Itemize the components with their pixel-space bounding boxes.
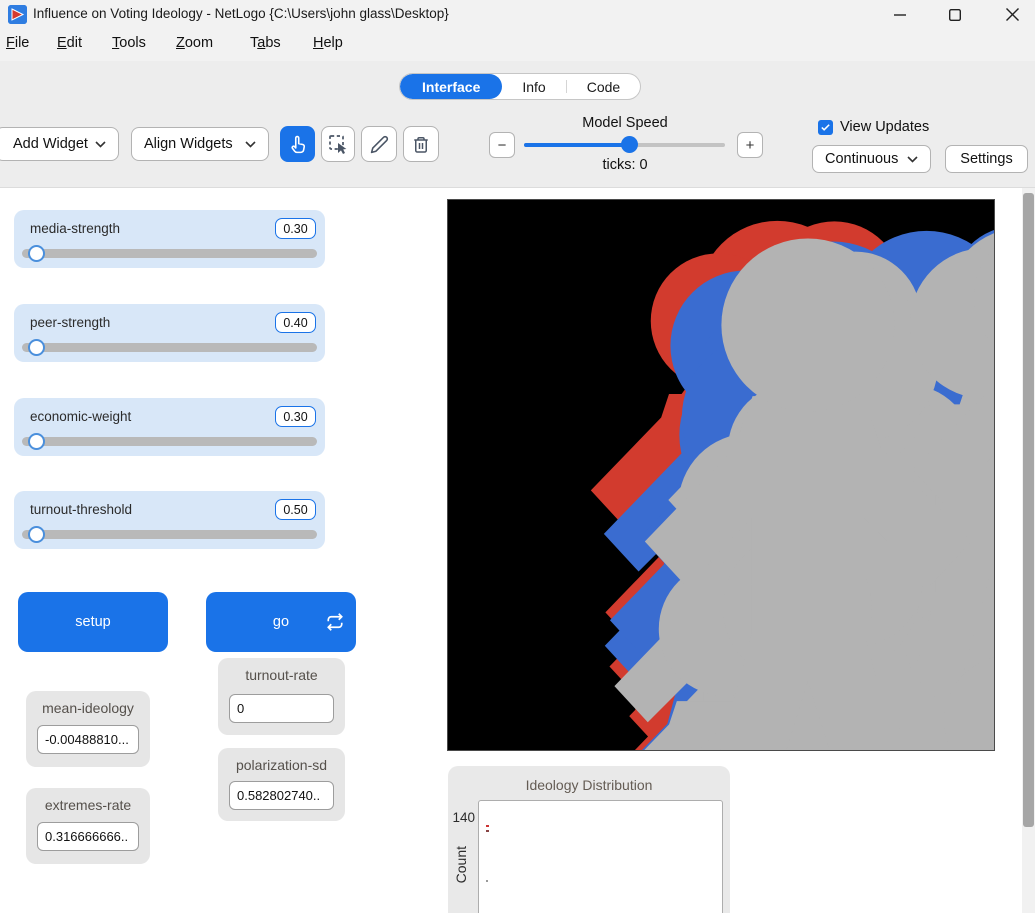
monitor-label: mean-ideology — [26, 700, 150, 716]
close-button[interactable] — [989, 0, 1035, 29]
setup-button-label: setup — [75, 614, 110, 630]
slider-track[interactable] — [22, 343, 317, 352]
slider-label: economic-weight — [30, 409, 131, 424]
add-widget-label: Add Widget — [13, 136, 88, 152]
hand-pointer-icon — [287, 134, 308, 155]
slider-thumb[interactable] — [28, 433, 45, 450]
monitor-value: 0 — [229, 694, 334, 723]
monitor-polarization-sd: polarization-sd 0.582802740.. — [218, 748, 345, 821]
plot-y-axis-label: Count — [453, 846, 469, 883]
model-speed-slider[interactable] — [524, 143, 725, 147]
speed-decrease-button[interactable]: − — [489, 132, 515, 158]
menu-edit[interactable]: Edit — [57, 35, 82, 51]
vertical-scrollbar[interactable] — [1022, 188, 1035, 913]
slider-media-strength[interactable]: media-strength 0.30 — [14, 210, 325, 268]
tab-code[interactable]: Code — [567, 74, 640, 99]
slider-turnout-threshold[interactable]: turnout-threshold 0.50 — [14, 491, 325, 549]
title-bar: Influence on Voting Ideology - NetLogo {… — [0, 0, 1035, 29]
update-mode-dropdown[interactable]: Continuous — [812, 145, 931, 173]
maximize-icon — [949, 9, 961, 21]
slider-label: turnout-threshold — [30, 502, 132, 517]
monitor-value: 0.582802740.. — [229, 781, 334, 810]
slider-value: 0.30 — [275, 218, 316, 239]
chevron-down-icon — [95, 141, 106, 148]
plot-y-max-label: 140 — [450, 810, 475, 825]
netlogo-logo-icon — [8, 5, 27, 24]
pencil-icon — [370, 135, 389, 154]
plot-ideology-distribution: Ideology Distribution 140 Count — [448, 766, 730, 913]
window-title: Influence on Voting Ideology - NetLogo {… — [33, 6, 449, 21]
view-updates-checkbox[interactable] — [818, 120, 833, 135]
slider-thumb[interactable] — [28, 245, 45, 262]
add-widget-dropdown[interactable]: Add Widget — [0, 127, 119, 161]
slider-peer-strength[interactable]: peer-strength 0.40 — [14, 304, 325, 362]
slider-value: 0.50 — [275, 499, 316, 520]
view-updates-label: View Updates — [840, 119, 929, 135]
monitor-label: turnout-rate — [218, 667, 345, 683]
toolbar: Interface Info Code Add Widget Align Wid… — [0, 61, 1035, 188]
tab-info[interactable]: Info — [502, 74, 565, 99]
menu-help[interactable]: Help — [313, 35, 343, 51]
plot-title: Ideology Distribution — [448, 777, 730, 793]
update-mode-value: Continuous — [825, 151, 898, 167]
agents-canvas — [448, 200, 994, 750]
menu-bar: File Edit Tools Zoom Tabs Help — [0, 29, 1035, 61]
trash-icon — [412, 135, 430, 154]
monitor-value: -0.00488810... — [37, 725, 139, 754]
edit-tool-button[interactable] — [361, 126, 397, 162]
slider-label: media-strength — [30, 221, 120, 236]
scrollbar-thumb[interactable] — [1023, 193, 1034, 827]
slider-label: peer-strength — [30, 315, 110, 330]
settings-button[interactable]: Settings — [945, 145, 1028, 173]
ticks-counter: ticks: 0 — [525, 157, 725, 173]
plot-pen-mark — [486, 880, 488, 882]
monitor-extremes-rate: extremes-rate 0.316666666.. — [26, 788, 150, 864]
go-button-label: go — [273, 614, 289, 630]
go-button[interactable]: go — [206, 592, 356, 652]
tab-interface[interactable]: Interface — [400, 74, 502, 99]
minimize-button[interactable] — [877, 0, 923, 29]
delete-tool-button[interactable] — [403, 126, 439, 162]
plot-area — [478, 800, 723, 913]
slider-value: 0.40 — [275, 312, 316, 333]
menu-file[interactable]: File — [6, 35, 29, 51]
slider-track[interactable] — [22, 249, 317, 258]
chevron-down-icon — [907, 156, 918, 163]
speed-increase-button[interactable]: + — [737, 132, 763, 158]
slider-track[interactable] — [22, 530, 317, 539]
world-view[interactable] — [448, 200, 994, 750]
monitor-turnout-rate: turnout-rate 0 — [218, 658, 345, 735]
main-tabstrip: Interface Info Code — [399, 73, 641, 100]
select-tool-button[interactable] — [321, 126, 355, 162]
model-speed-thumb[interactable] — [621, 136, 638, 153]
menu-tabs[interactable]: Tabs — [250, 35, 281, 51]
chevron-down-icon — [245, 141, 256, 148]
pointer-tool-button[interactable] — [280, 126, 315, 162]
slider-thumb[interactable] — [28, 339, 45, 356]
slider-track[interactable] — [22, 437, 317, 446]
monitor-label: extremes-rate — [26, 797, 150, 813]
netlogo-window: Influence on Voting Ideology - NetLogo {… — [0, 0, 1035, 913]
close-icon — [1006, 8, 1019, 21]
slider-economic-weight[interactable]: economic-weight 0.30 — [14, 398, 325, 456]
forever-repeat-icon — [326, 613, 344, 631]
minimize-icon — [894, 9, 906, 21]
model-speed-fill — [524, 143, 629, 147]
menu-tools[interactable]: Tools — [112, 35, 146, 51]
slider-value: 0.30 — [275, 406, 316, 427]
setup-button[interactable]: setup — [18, 592, 168, 652]
monitor-value: 0.316666666.. — [37, 822, 139, 851]
check-icon — [820, 122, 831, 133]
slider-thumb[interactable] — [28, 526, 45, 543]
align-widgets-dropdown[interactable]: Align Widgets — [131, 127, 269, 161]
monitor-mean-ideology: mean-ideology -0.00488810... — [26, 691, 150, 767]
model-speed-label: Model Speed — [525, 115, 725, 131]
plot-pen-mark — [486, 830, 489, 832]
menu-zoom[interactable]: Zoom — [176, 35, 213, 51]
monitor-label: polarization-sd — [218, 757, 345, 773]
selection-cursor-icon — [328, 134, 348, 154]
plot-pen-mark — [486, 825, 489, 827]
maximize-button[interactable] — [932, 0, 978, 29]
align-widgets-label: Align Widgets — [144, 136, 233, 152]
